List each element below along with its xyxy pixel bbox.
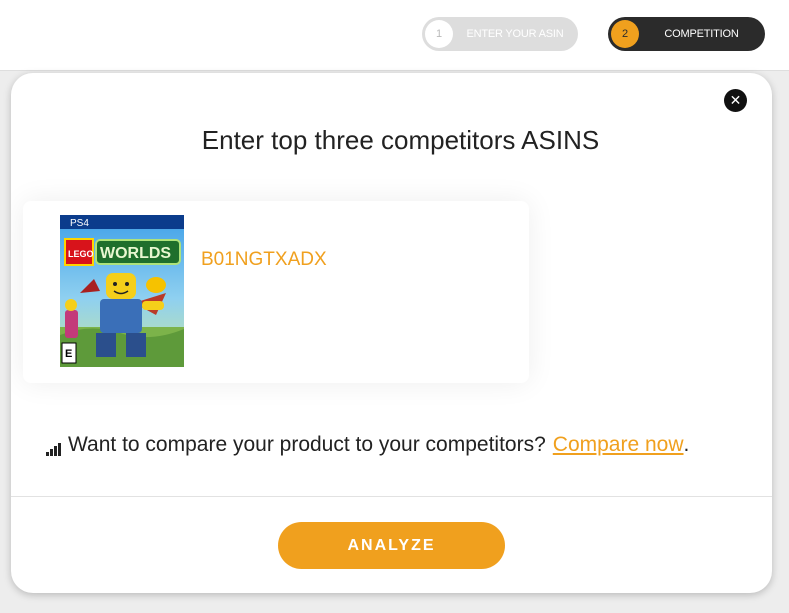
product-image: PS4 LEGO WORLDS E xyxy=(60,215,184,367)
step-enter-your-asin[interactable]: 1 ENTER YOUR ASIN xyxy=(422,17,578,51)
compare-suffix: . xyxy=(683,433,690,456)
platform-label: PS4 xyxy=(70,218,89,229)
rating-label: E xyxy=(65,348,72,360)
competitor-asin: B01NGTXADX xyxy=(201,249,327,270)
compare-now-link[interactable]: Compare now xyxy=(553,433,684,457)
brand-label: LEGO xyxy=(68,249,94,259)
top-bar: 1 ENTER YOUR ASIN 2 COMPETITION xyxy=(0,0,789,71)
analyze-button[interactable]: ANALYZE xyxy=(278,522,505,569)
game-title-label: WORLDS xyxy=(100,245,171,262)
step-number: 2 xyxy=(611,20,639,48)
compare-prompt: Want to compare your product to your com… xyxy=(46,433,746,457)
step-label: COMPETITION xyxy=(664,28,739,40)
step-number: 1 xyxy=(425,20,453,48)
competitor-card: PS4 LEGO WORLDS E B01NGTXADX xyxy=(23,201,529,383)
close-icon[interactable]: ✕ xyxy=(724,89,747,112)
step-label: ENTER YOUR ASIN xyxy=(466,28,564,40)
step-competition[interactable]: 2 COMPETITION xyxy=(608,17,765,51)
modal-title: Enter top three competitors ASINS xyxy=(201,125,600,155)
signal-bars-icon xyxy=(46,438,62,456)
compare-text: Want to compare your product to your com… xyxy=(68,433,546,456)
divider xyxy=(11,496,772,497)
competitors-modal: ✕ Enter top three competitors ASINS PS4 … xyxy=(11,73,772,593)
